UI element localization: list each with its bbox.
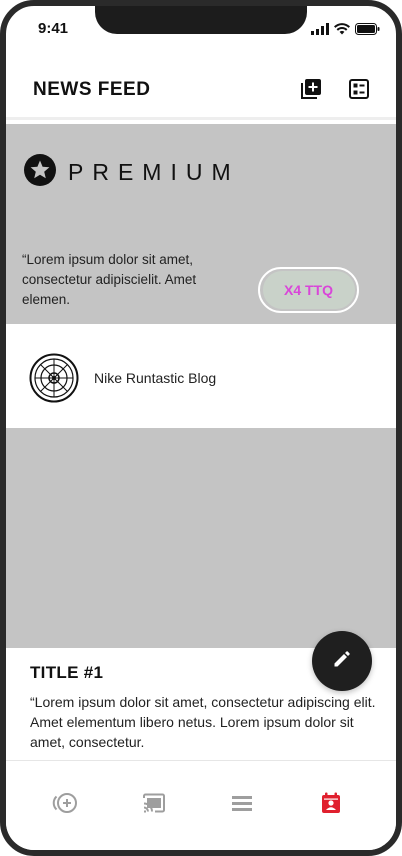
notch	[95, 6, 307, 34]
blog-avatar	[29, 353, 79, 403]
star-badge-icon	[24, 154, 56, 191]
calendar-person-icon	[321, 792, 341, 819]
post-title: TITLE #1	[30, 663, 104, 682]
list-icon	[232, 795, 252, 816]
post-body: “Lorem ipsum dolor sit amet, consectetur…	[30, 694, 376, 750]
phone-frame: 9:41 NEWS FEED PREMIUM “Lorem ipsum dolo…	[0, 0, 402, 856]
premium-description: “Lorem ipsum dolor sit amet, consectetur…	[22, 252, 197, 307]
signal-icon	[311, 22, 329, 40]
add-post-button[interactable]	[298, 78, 324, 104]
checklist-button[interactable]	[346, 78, 372, 104]
tab-cast[interactable]	[140, 791, 168, 819]
cast-icon	[142, 793, 166, 818]
premium-label: PREMIUM	[68, 159, 240, 185]
tab-add[interactable]	[51, 791, 79, 819]
blog-author-row[interactable]: Nike Runtastic Blog	[6, 324, 396, 428]
app-header: NEWS FEED	[6, 62, 396, 120]
premium-banner: PREMIUM “Lorem ipsum dolor sit amet, con…	[6, 124, 396, 324]
compose-fab-button[interactable]	[312, 631, 372, 691]
checklist-icon	[349, 78, 369, 104]
premium-cta-label: X4 TTQ	[262, 271, 355, 309]
add-circle-icon	[52, 792, 78, 819]
tab-calendar[interactable]	[317, 791, 345, 819]
status-time: 9:41	[38, 20, 69, 37]
tab-list[interactable]	[228, 791, 256, 819]
status-icons	[311, 22, 380, 40]
premium-cta-button[interactable]: X4 TTQ	[258, 267, 359, 313]
battery-icon	[355, 22, 380, 40]
post-image-placeholder[interactable]	[6, 428, 396, 648]
bottom-tab-bar	[6, 760, 396, 850]
page-title: NEWS FEED	[33, 79, 151, 100]
blog-name: Nike Runtastic Blog	[94, 370, 217, 386]
wifi-icon	[334, 22, 350, 40]
premium-logo: PREMIUM	[24, 154, 240, 191]
pencil-icon	[332, 649, 352, 674]
add-box-icon	[300, 78, 322, 105]
